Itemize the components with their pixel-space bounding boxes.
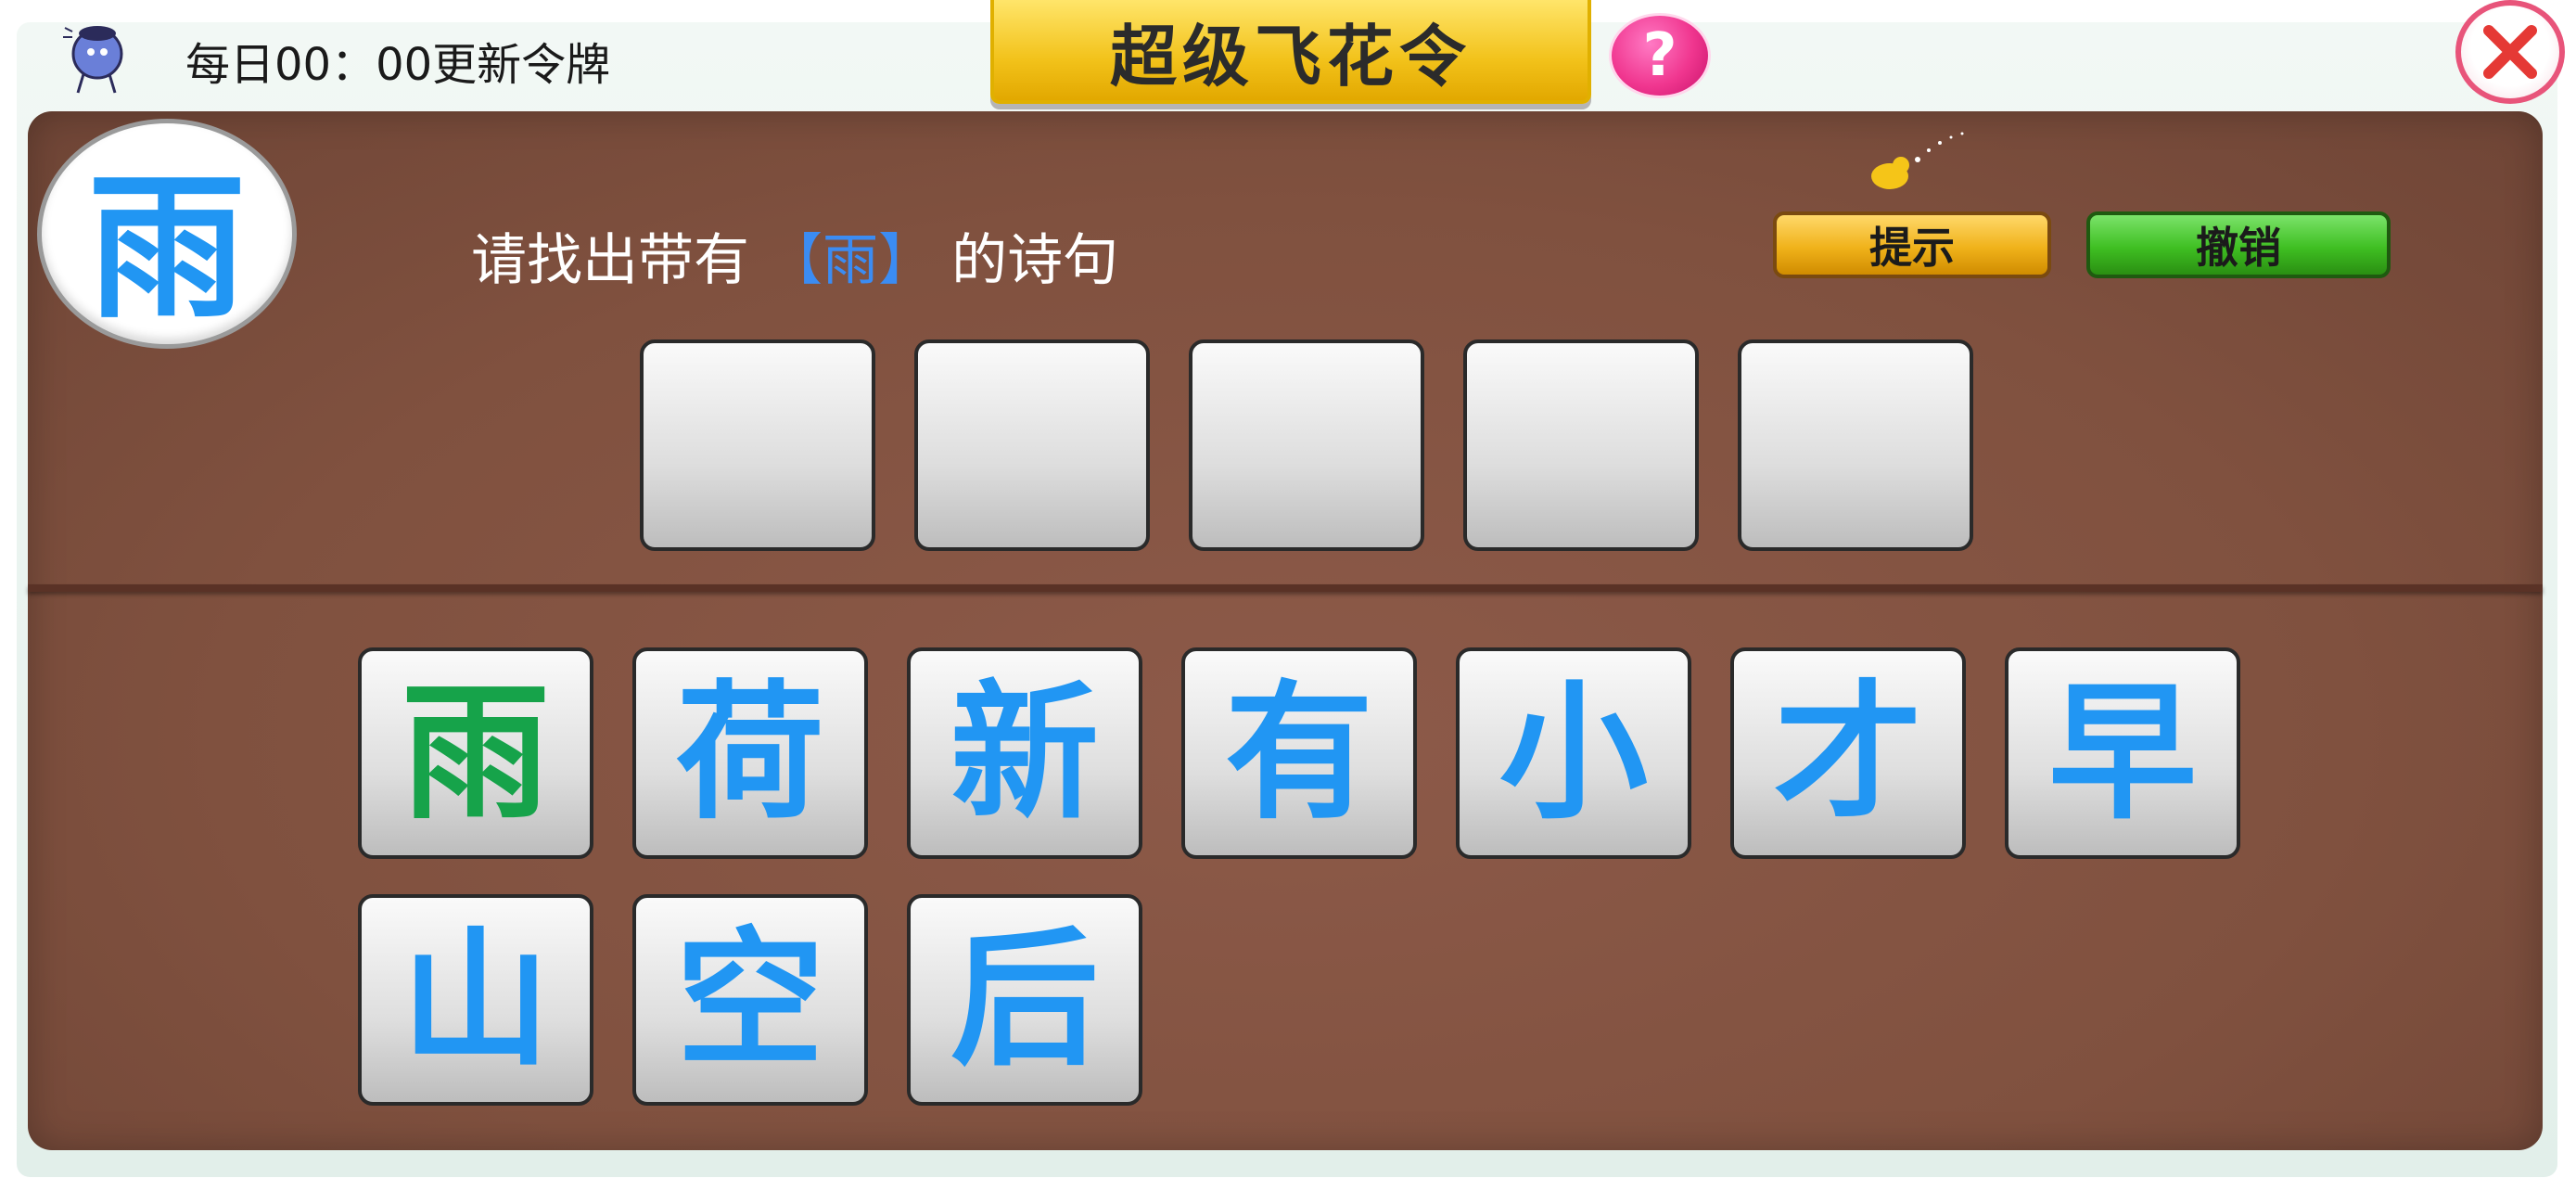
- sparkle-duck-icon: [1862, 126, 1973, 200]
- game-title: 超级飞花令: [1109, 17, 1472, 96]
- tile-character: 才: [1773, 666, 1922, 839]
- help-icon: ?: [1642, 21, 1677, 90]
- tile-character: 空: [675, 913, 824, 1086]
- title-plate: 超级飞花令: [990, 0, 1591, 104]
- answer-slot-1[interactable]: [640, 339, 875, 551]
- character-tile[interactable]: 新: [907, 647, 1142, 859]
- undo-label: 撤销: [2196, 223, 2281, 273]
- character-tile[interactable]: 小: [1456, 647, 1691, 859]
- prompt-keyword: 【雨】: [767, 228, 935, 293]
- character-tile[interactable]: 后: [907, 894, 1142, 1106]
- character-tile[interactable]: 早: [2005, 647, 2240, 859]
- close-x-icon: [2483, 25, 2537, 79]
- character-tile[interactable]: 空: [632, 894, 868, 1106]
- hint-label: 提示: [1869, 223, 1955, 273]
- character-tile[interactable]: 有: [1181, 647, 1417, 859]
- tile-character: 荷: [675, 666, 824, 839]
- answer-slot-3[interactable]: [1189, 339, 1424, 551]
- answer-slot-2[interactable]: [914, 339, 1150, 551]
- refresh-notice: 每日00：00更新令牌: [185, 39, 611, 91]
- help-button[interactable]: ?: [1609, 13, 1711, 98]
- top-bar: 每日00：00更新令牌 超级飞花令 ?: [0, 0, 2576, 111]
- character-tile[interactable]: 山: [358, 894, 593, 1106]
- character-tile[interactable]: 才: [1730, 647, 1966, 859]
- answer-slot-4[interactable]: [1463, 339, 1699, 551]
- tile-character: 雨: [401, 666, 550, 839]
- keyword-character: 雨: [87, 157, 246, 340]
- keyword-badge: 雨: [37, 119, 297, 349]
- answer-slot-5[interactable]: [1738, 339, 1973, 551]
- undo-button[interactable]: 撤销: [2086, 211, 2391, 278]
- character-tile[interactable]: 雨: [358, 647, 593, 859]
- bottom-strip: [0, 1178, 2576, 1191]
- tile-character: 山: [401, 913, 550, 1086]
- avatar-icon[interactable]: [56, 13, 139, 96]
- character-tile[interactable]: 荷: [632, 647, 868, 859]
- tile-character: 后: [950, 913, 1099, 1086]
- prompt-text-after: 的诗句: [951, 228, 1119, 293]
- prompt-text-before: 请找出带有: [471, 228, 749, 293]
- tile-character: 有: [1224, 666, 1373, 839]
- question-prompt: 请找出带有 【雨】 的诗句: [471, 215, 1118, 296]
- board-divider: [28, 584, 2543, 592]
- close-button[interactable]: [2455, 0, 2565, 104]
- tile-character: 新: [950, 666, 1099, 839]
- tile-character: 早: [2047, 666, 2197, 839]
- hint-button[interactable]: 提示: [1773, 211, 2051, 278]
- tile-character: 小: [1498, 666, 1648, 839]
